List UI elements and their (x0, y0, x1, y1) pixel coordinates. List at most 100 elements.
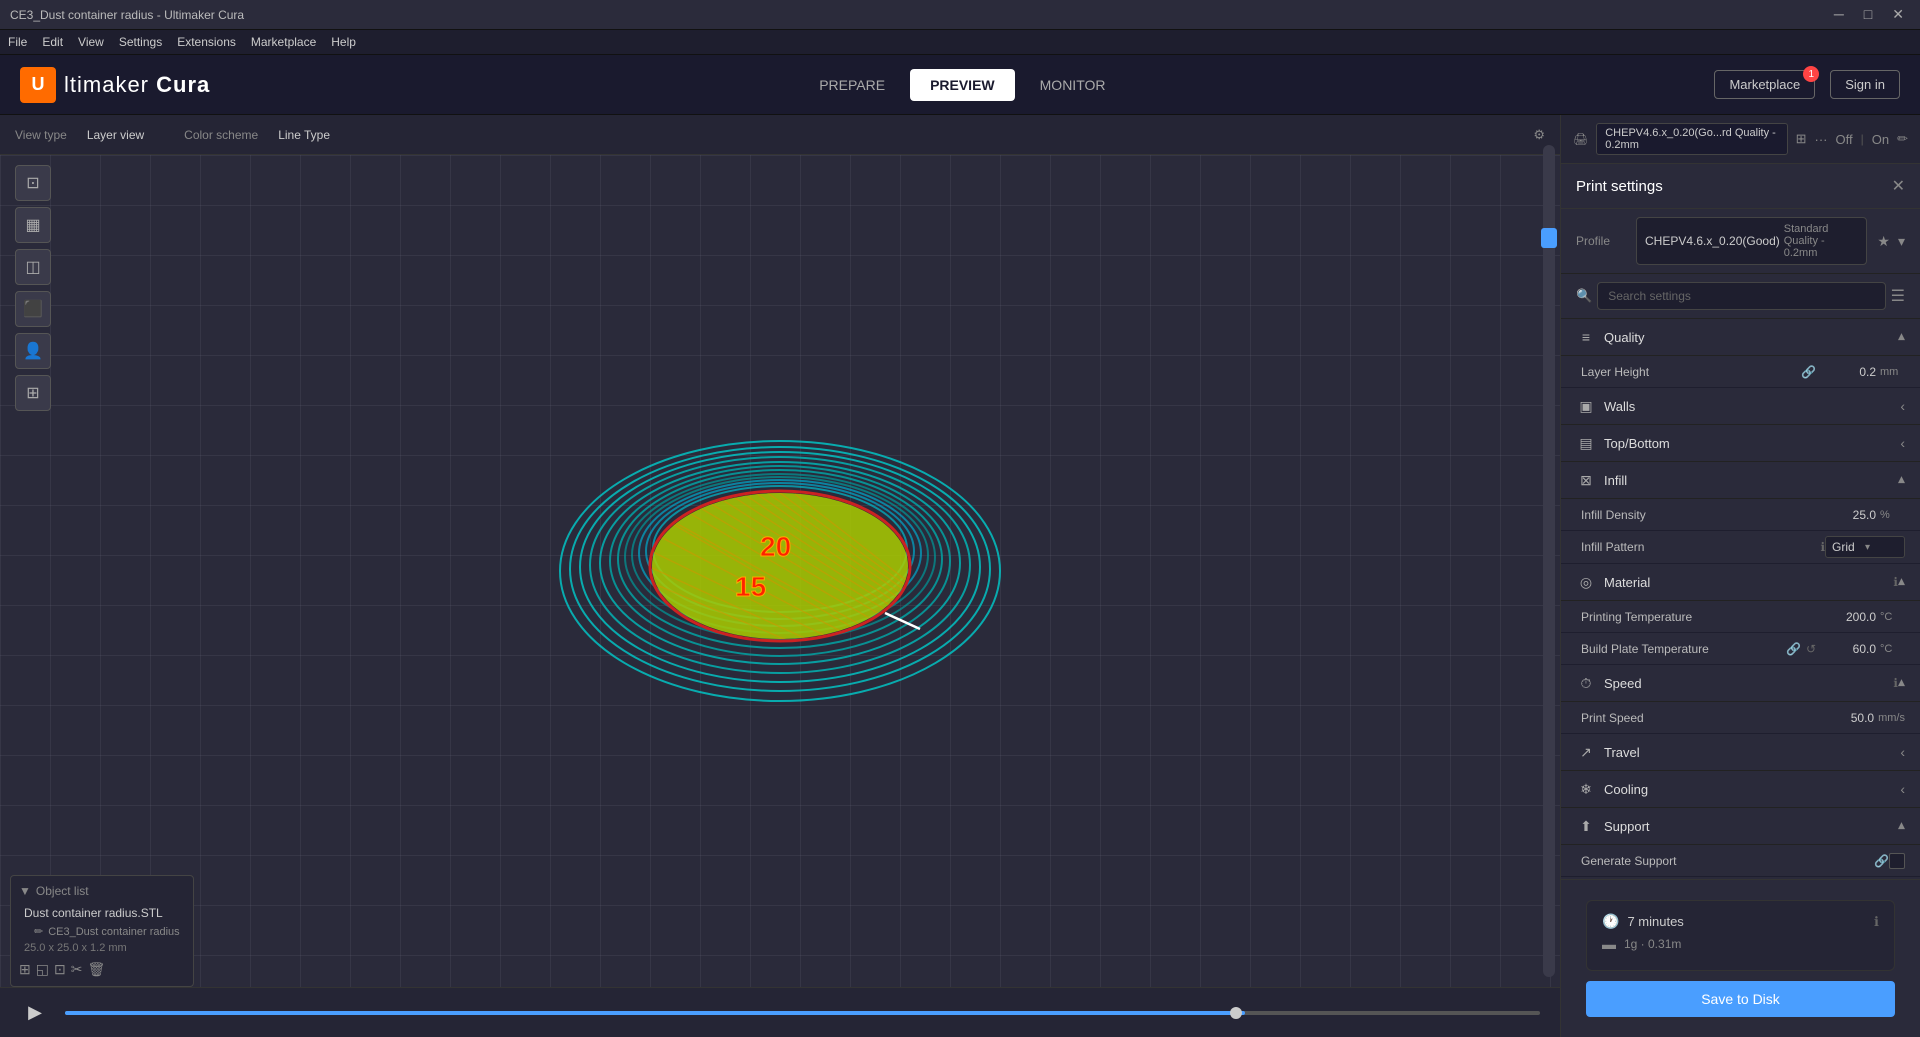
tab-prepare[interactable]: PREPARE (799, 69, 905, 101)
view-btn-1[interactable]: ⊡ (15, 165, 51, 201)
view-btn-3[interactable]: ◫ (15, 249, 51, 285)
object-icon-2[interactable]: ◱ (36, 961, 49, 978)
viewport-settings-icon[interactable]: ⚙ (1533, 127, 1545, 143)
object-icon-1[interactable]: ⊞ (19, 961, 31, 978)
setting-print-temp: Printing Temperature 200.0 °C (1561, 601, 1920, 633)
object-file-item[interactable]: Dust container radius.STL (19, 903, 185, 923)
material-label: Material (1604, 575, 1889, 590)
layer-height-link-icon[interactable]: 🔗 (1801, 365, 1816, 379)
playbar: ▶ (0, 987, 1560, 1037)
generate-support-link-icon[interactable]: 🔗 (1874, 854, 1889, 868)
walls-toggle: ‹ (1900, 398, 1905, 414)
object-icon-4[interactable]: ✂ (71, 961, 83, 978)
infill-pattern-arrow: ▾ (1865, 542, 1898, 553)
object-icon-3[interactable]: ⊡ (54, 961, 66, 978)
section-support[interactable]: ⬆ Support ▾ (1561, 808, 1920, 845)
generate-support-checkbox[interactable] (1889, 853, 1905, 869)
section-walls[interactable]: ▣ Walls ‹ (1561, 388, 1920, 425)
view-btn-5[interactable]: 👤 (15, 333, 51, 369)
minimize-button[interactable]: ─ (1828, 4, 1850, 25)
menu-view[interactable]: View (78, 35, 104, 49)
view-btn-2[interactable]: ▦ (15, 207, 51, 243)
profile-select[interactable]: CHEPV4.6.x_0.20(Good) Standard Quality -… (1636, 217, 1867, 265)
play-button[interactable]: ▶ (20, 998, 50, 1028)
print-temp-label: Printing Temperature (1581, 610, 1816, 624)
printer-profile-chip[interactable]: CHEPV4.6.x_0.20(Go...rd Quality - 0.2mm (1596, 123, 1787, 155)
search-input[interactable] (1597, 282, 1885, 310)
panel-edit-icon[interactable]: ✏ (1897, 131, 1908, 147)
quality-label: Quality (1604, 330, 1898, 345)
search-bar: 🔍 ☰ (1561, 274, 1920, 319)
build-plate-link-icon[interactable]: 🔗 (1786, 642, 1801, 656)
marketplace-button[interactable]: Marketplace 1 (1714, 70, 1815, 99)
print-settings-close[interactable]: ✕ (1892, 176, 1905, 196)
menu-edit[interactable]: Edit (42, 35, 63, 49)
object-list-header[interactable]: ▼ Object list (19, 884, 185, 898)
color-scheme-value[interactable]: Line Type (278, 128, 330, 142)
signin-button[interactable]: Sign in (1830, 70, 1900, 99)
layer-height-value[interactable]: 0.2 (1816, 365, 1876, 379)
section-material[interactable]: ◎ Material ℹ ▾ (1561, 564, 1920, 601)
slider-filled (65, 1011, 1245, 1015)
print-speed-value[interactable]: 50.0 (1814, 711, 1874, 725)
infill-density-value[interactable]: 25.0 (1816, 508, 1876, 522)
infill-pattern-value: Grid (1832, 540, 1865, 554)
layer-playbar-slider[interactable] (65, 1011, 1540, 1015)
travel-icon: ↗ (1576, 742, 1596, 762)
section-travel[interactable]: ↗ Travel ‹ (1561, 734, 1920, 771)
tab-preview[interactable]: PREVIEW (910, 69, 1015, 101)
view-toolbar: ⊡ ▦ ◫ ⬛ 👤 ⊞ (15, 165, 51, 411)
menu-extensions[interactable]: Extensions (177, 35, 236, 49)
view-btn-4[interactable]: ⬛ (15, 291, 51, 327)
section-top-bottom[interactable]: ▤ Top/Bottom ‹ (1561, 425, 1920, 462)
viewport[interactable]: View type Layer view Color scheme Line T… (0, 115, 1560, 1037)
section-cooling[interactable]: ❄ Cooling ‹ (1561, 771, 1920, 808)
panel-off-label[interactable]: Off (1836, 132, 1853, 147)
menu-marketplace[interactable]: Marketplace (251, 35, 316, 49)
save-to-disk-button[interactable]: Save to Disk (1586, 981, 1895, 1017)
layer-slider-thumb[interactable] (1541, 228, 1557, 248)
panel-on-label[interactable]: On (1872, 132, 1889, 147)
section-quality[interactable]: ≡ Quality ▾ (1561, 319, 1920, 356)
panel-topbar: 🖨 CHEPV4.6.x_0.20(Go...rd Quality - 0.2m… (1561, 115, 1920, 164)
right-panel: 🖨 CHEPV4.6.x_0.20(Go...rd Quality - 0.2m… (1560, 115, 1920, 1037)
infill-density-label: Infill Density (1581, 508, 1816, 522)
panel-icon-grid[interactable]: ⊞ (1796, 131, 1807, 147)
build-plate-reset-icon[interactable]: ↺ (1806, 642, 1816, 656)
cooling-label: Cooling (1604, 782, 1900, 797)
profile-star-icon[interactable]: ★ (1877, 233, 1890, 250)
menu-help[interactable]: Help (331, 35, 356, 49)
section-speed[interactable]: ⏱ Speed ℹ ▾ (1561, 665, 1920, 702)
print-info-icon[interactable]: ℹ (1874, 914, 1879, 930)
profile-dropdown-icon[interactable]: ▾ (1898, 233, 1905, 250)
color-scheme-label: Color scheme (184, 128, 258, 142)
svg-text:15: 15 (735, 571, 766, 602)
close-button[interactable]: ✕ (1886, 4, 1910, 25)
maximize-button[interactable]: □ (1858, 4, 1878, 25)
quality-icon: ≡ (1576, 327, 1596, 347)
slider-thumb[interactable] (1230, 1007, 1242, 1019)
object-list-title: Object list (36, 884, 89, 898)
object-icon-5[interactable]: 🗑 (87, 961, 105, 978)
object-list-panel: ▼ Object list Dust container radius.STL … (10, 875, 194, 987)
settings-menu-icon[interactable]: ☰ (1891, 286, 1905, 306)
cooling-icon: ❄ (1576, 779, 1596, 799)
panel-icon-dots[interactable]: ··· (1815, 132, 1828, 147)
infill-pattern-select[interactable]: Grid ▾ (1825, 536, 1905, 558)
section-infill[interactable]: ⊠ Infill ▾ (1561, 462, 1920, 499)
setting-infill-pattern: Infill Pattern ℹ Grid ▾ (1561, 531, 1920, 564)
build-plate-temp-value[interactable]: 60.0 (1816, 642, 1876, 656)
view-type-value[interactable]: Layer view (87, 128, 144, 142)
top-bottom-icon: ▤ (1576, 433, 1596, 453)
layer-slider[interactable] (1543, 145, 1555, 977)
print-temp-value[interactable]: 200.0 (1816, 610, 1876, 624)
view-btn-6[interactable]: ⊞ (15, 375, 51, 411)
nav-right: Marketplace 1 Sign in (1714, 70, 1900, 99)
tab-monitor[interactable]: MONITOR (1020, 69, 1126, 101)
menu-settings[interactable]: Settings (119, 35, 162, 49)
collapse-icon: ▼ (19, 884, 31, 898)
print-time-row: 🕐 7 minutes ℹ (1602, 913, 1879, 930)
main-layout: View type Layer view Color scheme Line T… (0, 115, 1920, 1037)
menu-file[interactable]: File (8, 35, 27, 49)
logo-bold: Cura (156, 72, 210, 97)
